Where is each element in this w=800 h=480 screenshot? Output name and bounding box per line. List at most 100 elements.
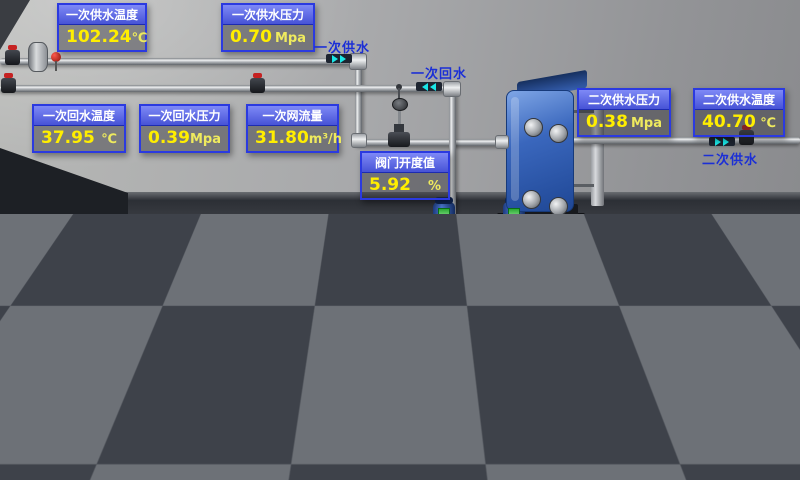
readout-title: 二次供水温度 (695, 90, 783, 110)
ball-valve[interactable] (544, 306, 559, 321)
readout-unit: Mpa (190, 132, 221, 147)
pump-status-indicator (242, 331, 253, 348)
readout-value: 40.70 (702, 112, 756, 132)
control-valve-handwheel[interactable] (392, 98, 408, 111)
shutoff-valve[interactable] (250, 78, 265, 93)
readout-value: 31.80 (255, 128, 309, 148)
readout-tank-level[interactable]: 水箱液位高度1.10 m³ (33, 299, 138, 348)
readout-valve-opening[interactable]: 阀门开度值5.92% (360, 151, 450, 200)
pump-flange (250, 423, 265, 434)
tank-ladder (150, 298, 173, 464)
readout-value: 0.27 (586, 267, 628, 287)
readout-value: 0.39 (148, 128, 190, 148)
readout-title: 一次回水压力 (141, 106, 228, 126)
readout-value-row: 31.80m³/h (248, 126, 337, 151)
readout-unit: ℃ (101, 132, 117, 147)
makeup-pump-1[interactable] (234, 352, 260, 370)
tank-manhole (28, 356, 72, 400)
exchanger-port (524, 118, 543, 137)
readout-secondary-return-pressure[interactable]: 二次回水压力0.27Mpa (577, 243, 671, 292)
strainer (28, 42, 48, 72)
pipe-elbow-joint (351, 133, 367, 148)
pipe-primary-return (0, 85, 456, 92)
readout-title: 二次回水压力 (579, 245, 669, 265)
readout-unit: % (428, 179, 441, 194)
readout-title: 一次供水压力 (223, 5, 313, 25)
readout-value-row: 0.39Mpa (141, 126, 228, 151)
readout-value-row: 0.38Mpa (579, 110, 669, 135)
pump-motor-cap (227, 385, 243, 391)
readout-secondary-supply-temp[interactable]: 二次供水温度40.70 ℃ (693, 88, 785, 137)
pipe-label-secondary-return: 二次回水 (711, 308, 767, 327)
readout-value: 37.95 (41, 128, 95, 148)
pressure-gauge (51, 52, 61, 62)
pipe-exchanger-right-drop (553, 205, 560, 279)
readout-primary-flow[interactable]: 一次网流量31.80m³/h (246, 104, 339, 153)
readout-primary-return-temp[interactable]: 一次回水温度37.95 ℃ (32, 104, 126, 153)
flow-arrow-icon (709, 137, 735, 146)
pipe-manifold-link (482, 239, 489, 279)
pump-status-indicator (230, 394, 241, 411)
pump-flange (218, 360, 233, 371)
pump-flange (262, 360, 277, 371)
exchanger-port (549, 197, 568, 216)
hmi-scada-screen: 一次供水温度102.24℃一次供水压力0.70Mpa一次回水温度37.95℃一次… (0, 0, 800, 480)
readout-value: 0.38 (586, 112, 628, 132)
readout-value-row: 0.70Mpa (223, 25, 313, 50)
pipe-secondary-supply (558, 137, 800, 144)
readout-value: 1.10 (42, 323, 84, 343)
readout-value-row: 5.92% (362, 173, 448, 198)
readout-value: 5.92 (369, 175, 411, 195)
readout-value-row: 37.95 ℃ (34, 126, 124, 151)
readout-title: 二次回水温度 (695, 245, 783, 265)
readout-primary-return-pressure[interactable]: 一次回水压力0.39Mpa (139, 104, 230, 153)
readout-title: 阀门开度值 (362, 153, 448, 173)
pipe-pump-manifold-lower (418, 275, 564, 282)
readout-title: 水箱液位高度 (35, 301, 136, 321)
pipe-label-primary-supply: 一次供水 (314, 37, 370, 56)
readout-unit: ℃ (760, 116, 776, 131)
exchanger-port (549, 124, 568, 143)
readout-title: 一次供水温度 (59, 5, 145, 25)
readout-unit: ℃ (760, 271, 776, 286)
readout-value: 0.70 (230, 27, 272, 47)
pipe-tank-outlet (148, 395, 204, 402)
readout-unit: Mpa (631, 116, 662, 131)
readout-unit: ℃ (132, 31, 148, 46)
pipe-tank-fill (148, 330, 556, 336)
shutoff-valve[interactable] (5, 50, 20, 65)
readout-value-row: 36.63℃ (695, 265, 783, 290)
readout-primary-supply-temp[interactable]: 一次供水温度102.24℃ (57, 3, 147, 52)
readout-unit: m³ (110, 327, 129, 342)
pump-base (212, 436, 266, 452)
flow-arrow-icon (416, 82, 442, 91)
exchanger-port (522, 190, 541, 209)
flex-joint (495, 135, 509, 149)
readout-primary-supply-pressure[interactable]: 一次供水压力0.70Mpa (221, 3, 315, 52)
readout-unit: m³/h (309, 132, 342, 147)
readout-title: 一次网流量 (248, 106, 337, 126)
readout-value: 102.24 (66, 27, 132, 47)
readout-secondary-supply-pressure[interactable]: 二次供水压力0.38Mpa (577, 88, 671, 137)
pump-status-indicator (508, 208, 520, 227)
pipe-secondary-return-riser (466, 276, 473, 296)
water-tank[interactable] (0, 328, 150, 474)
readout-value: 33.88 (285, 402, 339, 422)
readout-title: 二次供水压力 (579, 90, 669, 110)
shutoff-valve[interactable] (1, 78, 16, 93)
pipe-tee-joint (443, 81, 461, 97)
readout-value-row: 0.27Mpa (579, 265, 669, 290)
readout-value-row: 33.88Hz (278, 400, 370, 425)
readout-title: 一次回水温度 (34, 106, 124, 126)
pump-motor-cap (239, 322, 255, 328)
readout-makeup-pump-freq[interactable]: 补水泵频率33.88Hz (276, 378, 372, 427)
pipe-makeup-riser (607, 297, 611, 437)
readout-value-row: 40.70 ℃ (695, 110, 783, 135)
control-valve[interactable] (388, 132, 410, 147)
pipe-makeup-main (339, 387, 611, 394)
readout-title: 补水泵频率 (278, 380, 370, 400)
readout-unit: Mpa (631, 271, 662, 286)
readout-secondary-return-temp[interactable]: 二次回水温度36.63℃ (693, 243, 785, 292)
plate-heat-exchanger[interactable] (506, 90, 574, 212)
makeup-pump-2[interactable] (222, 415, 248, 433)
